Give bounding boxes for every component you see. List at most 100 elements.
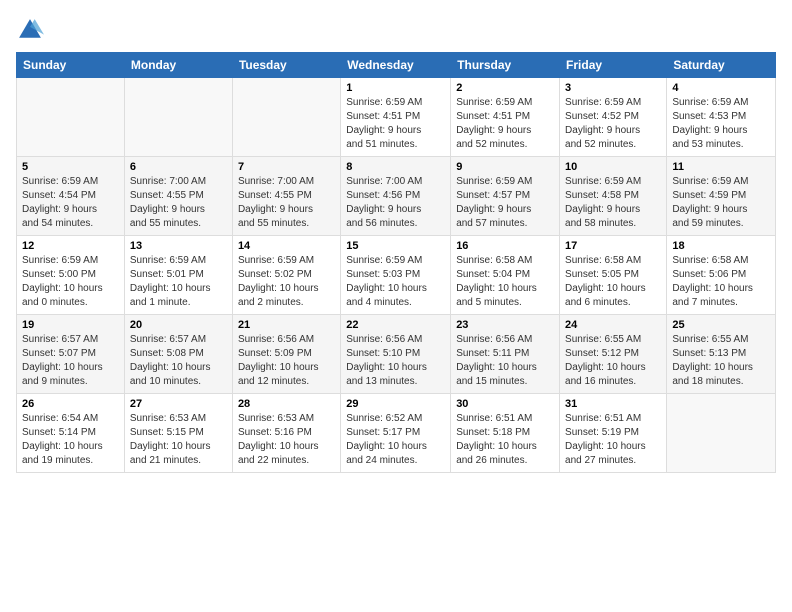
- day-number: 24: [565, 319, 661, 331]
- day-info: Sunrise: 6:56 AM Sunset: 5:11 PM Dayligh…: [456, 333, 554, 389]
- day-number: 1: [346, 82, 445, 94]
- calendar-cell: 28 Sunrise: 6:53 AM Sunset: 5:16 PM Dayli…: [232, 394, 340, 473]
- day-number: 29: [346, 398, 445, 410]
- calendar-cell: 31 Sunrise: 6:51 AM Sunset: 5:19 PM Dayli…: [560, 394, 667, 473]
- calendar-cell: 25 Sunrise: 6:55 AM Sunset: 5:13 PM Dayli…: [667, 315, 776, 394]
- day-info: Sunrise: 6:59 AM Sunset: 5:02 PM Dayligh…: [238, 254, 335, 310]
- calendar-cell: 21 Sunrise: 6:56 AM Sunset: 5:09 PM Dayli…: [232, 315, 340, 394]
- day-info: Sunrise: 6:59 AM Sunset: 5:00 PM Dayligh…: [22, 254, 119, 310]
- day-info: Sunrise: 6:54 AM Sunset: 5:14 PM Dayligh…: [22, 412, 119, 468]
- day-info: Sunrise: 6:59 AM Sunset: 4:51 PM Dayligh…: [346, 96, 445, 152]
- day-number: 7: [238, 161, 335, 173]
- day-info: Sunrise: 6:59 AM Sunset: 4:58 PM Dayligh…: [565, 175, 661, 231]
- logo: [16, 16, 48, 44]
- calendar-cell: 13Sunrise: 6:59 AM Sunset: 5:01 PM Dayli…: [124, 236, 232, 315]
- calendar-cell: 12 Sunrise: 6:59 AM Sunset: 5:00 PM Dayli…: [17, 236, 125, 315]
- day-info: Sunrise: 6:59 AM Sunset: 4:52 PM Dayligh…: [565, 96, 661, 152]
- day-number: 21: [238, 319, 335, 331]
- day-info: Sunrise: 6:58 AM Sunset: 5:05 PM Dayligh…: [565, 254, 661, 310]
- day-number: 31: [565, 398, 661, 410]
- day-info: Sunrise: 6:56 AM Sunset: 5:10 PM Dayligh…: [346, 333, 445, 389]
- calendar-cell: 22 Sunrise: 6:56 AM Sunset: 5:10 PM Dayli…: [341, 315, 451, 394]
- day-number: 27: [130, 398, 227, 410]
- weekday-header: Saturday: [667, 53, 776, 78]
- day-info: Sunrise: 6:59 AM Sunset: 4:59 PM Dayligh…: [672, 175, 770, 231]
- calendar-cell: 2Sunrise: 6:59 AM Sunset: 4:51 PM Daylig…: [451, 78, 560, 157]
- calendar-cell: 20Sunrise: 6:57 AM Sunset: 5:08 PM Dayli…: [124, 315, 232, 394]
- logo-icon: [16, 16, 44, 44]
- calendar-cell: 3 Sunrise: 6:59 AM Sunset: 4:52 PM Daylig…: [560, 78, 667, 157]
- calendar-week-row: 19Sunrise: 6:57 AM Sunset: 5:07 PM Dayli…: [17, 315, 776, 394]
- weekday-header: Tuesday: [232, 53, 340, 78]
- calendar-cell: 24 Sunrise: 6:55 AM Sunset: 5:12 PM Dayli…: [560, 315, 667, 394]
- day-number: 12: [22, 240, 119, 252]
- calendar-cell: 9 Sunrise: 6:59 AM Sunset: 4:57 PM Daylig…: [451, 157, 560, 236]
- calendar-cell: 26 Sunrise: 6:54 AM Sunset: 5:14 PM Dayli…: [17, 394, 125, 473]
- day-number: 13: [130, 240, 227, 252]
- day-number: 6: [130, 161, 227, 173]
- day-info: Sunrise: 7:00 AM Sunset: 4:56 PM Dayligh…: [346, 175, 445, 231]
- day-info: Sunrise: 6:59 AM Sunset: 4:53 PM Dayligh…: [672, 96, 770, 152]
- calendar-cell: 10Sunrise: 6:59 AM Sunset: 4:58 PM Dayli…: [560, 157, 667, 236]
- day-info: Sunrise: 6:53 AM Sunset: 5:16 PM Dayligh…: [238, 412, 335, 468]
- day-number: 3: [565, 82, 661, 94]
- calendar-cell: 11 Sunrise: 6:59 AM Sunset: 4:59 PM Dayli…: [667, 157, 776, 236]
- weekday-header: Sunday: [17, 53, 125, 78]
- calendar-cell: 14 Sunrise: 6:59 AM Sunset: 5:02 PM Dayli…: [232, 236, 340, 315]
- day-info: Sunrise: 6:59 AM Sunset: 4:54 PM Dayligh…: [22, 175, 119, 231]
- calendar-cell: [667, 394, 776, 473]
- day-info: Sunrise: 6:58 AM Sunset: 5:06 PM Dayligh…: [672, 254, 770, 310]
- day-number: 9: [456, 161, 554, 173]
- calendar-cell: 27 Sunrise: 6:53 AM Sunset: 5:15 PM Dayli…: [124, 394, 232, 473]
- calendar-cell: 15 Sunrise: 6:59 AM Sunset: 5:03 PM Dayli…: [341, 236, 451, 315]
- day-number: 5: [22, 161, 119, 173]
- day-number: 11: [672, 161, 770, 173]
- calendar-cell: 18Sunrise: 6:58 AM Sunset: 5:06 PM Dayli…: [667, 236, 776, 315]
- day-number: 4: [672, 82, 770, 94]
- day-number: 19: [22, 319, 119, 331]
- day-info: Sunrise: 6:51 AM Sunset: 5:19 PM Dayligh…: [565, 412, 661, 468]
- day-info: Sunrise: 6:55 AM Sunset: 5:12 PM Dayligh…: [565, 333, 661, 389]
- calendar-cell: 30Sunrise: 6:51 AM Sunset: 5:18 PM Dayli…: [451, 394, 560, 473]
- calendar-cell: 8 Sunrise: 7:00 AM Sunset: 4:56 PM Daylig…: [341, 157, 451, 236]
- weekday-header: Monday: [124, 53, 232, 78]
- day-info: Sunrise: 6:53 AM Sunset: 5:15 PM Dayligh…: [130, 412, 227, 468]
- calendar-cell: [17, 78, 125, 157]
- day-info: Sunrise: 6:56 AM Sunset: 5:09 PM Dayligh…: [238, 333, 335, 389]
- day-number: 15: [346, 240, 445, 252]
- day-number: 14: [238, 240, 335, 252]
- calendar-week-row: 5 Sunrise: 6:59 AM Sunset: 4:54 PM Daylig…: [17, 157, 776, 236]
- calendar-header: SundayMondayTuesdayWednesdayThursdayFrid…: [17, 53, 776, 78]
- day-info: Sunrise: 6:57 AM Sunset: 5:08 PM Dayligh…: [130, 333, 227, 389]
- calendar-cell: 19Sunrise: 6:57 AM Sunset: 5:07 PM Dayli…: [17, 315, 125, 394]
- weekday-header: Wednesday: [341, 53, 451, 78]
- day-info: Sunrise: 7:00 AM Sunset: 4:55 PM Dayligh…: [130, 175, 227, 231]
- calendar-cell: [232, 78, 340, 157]
- calendar-cell: 17 Sunrise: 6:58 AM Sunset: 5:05 PM Dayli…: [560, 236, 667, 315]
- day-info: Sunrise: 6:55 AM Sunset: 5:13 PM Dayligh…: [672, 333, 770, 389]
- calendar-cell: 5 Sunrise: 6:59 AM Sunset: 4:54 PM Daylig…: [17, 157, 125, 236]
- day-number: 25: [672, 319, 770, 331]
- calendar-table: SundayMondayTuesdayWednesdayThursdayFrid…: [16, 52, 776, 473]
- day-number: 22: [346, 319, 445, 331]
- calendar-cell: 29 Sunrise: 6:52 AM Sunset: 5:17 PM Dayli…: [341, 394, 451, 473]
- day-number: 28: [238, 398, 335, 410]
- weekday-header: Thursday: [451, 53, 560, 78]
- day-number: 23: [456, 319, 554, 331]
- calendar-cell: 6 Sunrise: 7:00 AM Sunset: 4:55 PM Daylig…: [124, 157, 232, 236]
- day-number: 26: [22, 398, 119, 410]
- calendar-week-row: 26 Sunrise: 6:54 AM Sunset: 5:14 PM Dayli…: [17, 394, 776, 473]
- calendar-week-row: 1 Sunrise: 6:59 AM Sunset: 4:51 PM Daylig…: [17, 78, 776, 157]
- day-number: 16: [456, 240, 554, 252]
- calendar-cell: 7Sunrise: 7:00 AM Sunset: 4:55 PM Daylig…: [232, 157, 340, 236]
- day-info: Sunrise: 6:59 AM Sunset: 5:03 PM Dayligh…: [346, 254, 445, 310]
- calendar-cell: 23 Sunrise: 6:56 AM Sunset: 5:11 PM Dayli…: [451, 315, 560, 394]
- day-info: Sunrise: 6:52 AM Sunset: 5:17 PM Dayligh…: [346, 412, 445, 468]
- calendar-cell: 1 Sunrise: 6:59 AM Sunset: 4:51 PM Daylig…: [341, 78, 451, 157]
- day-number: 17: [565, 240, 661, 252]
- day-info: Sunrise: 6:58 AM Sunset: 5:04 PM Dayligh…: [456, 254, 554, 310]
- day-number: 8: [346, 161, 445, 173]
- day-info: Sunrise: 6:59 AM Sunset: 4:57 PM Dayligh…: [456, 175, 554, 231]
- day-info: Sunrise: 6:51 AM Sunset: 5:18 PM Dayligh…: [456, 412, 554, 468]
- weekday-header: Friday: [560, 53, 667, 78]
